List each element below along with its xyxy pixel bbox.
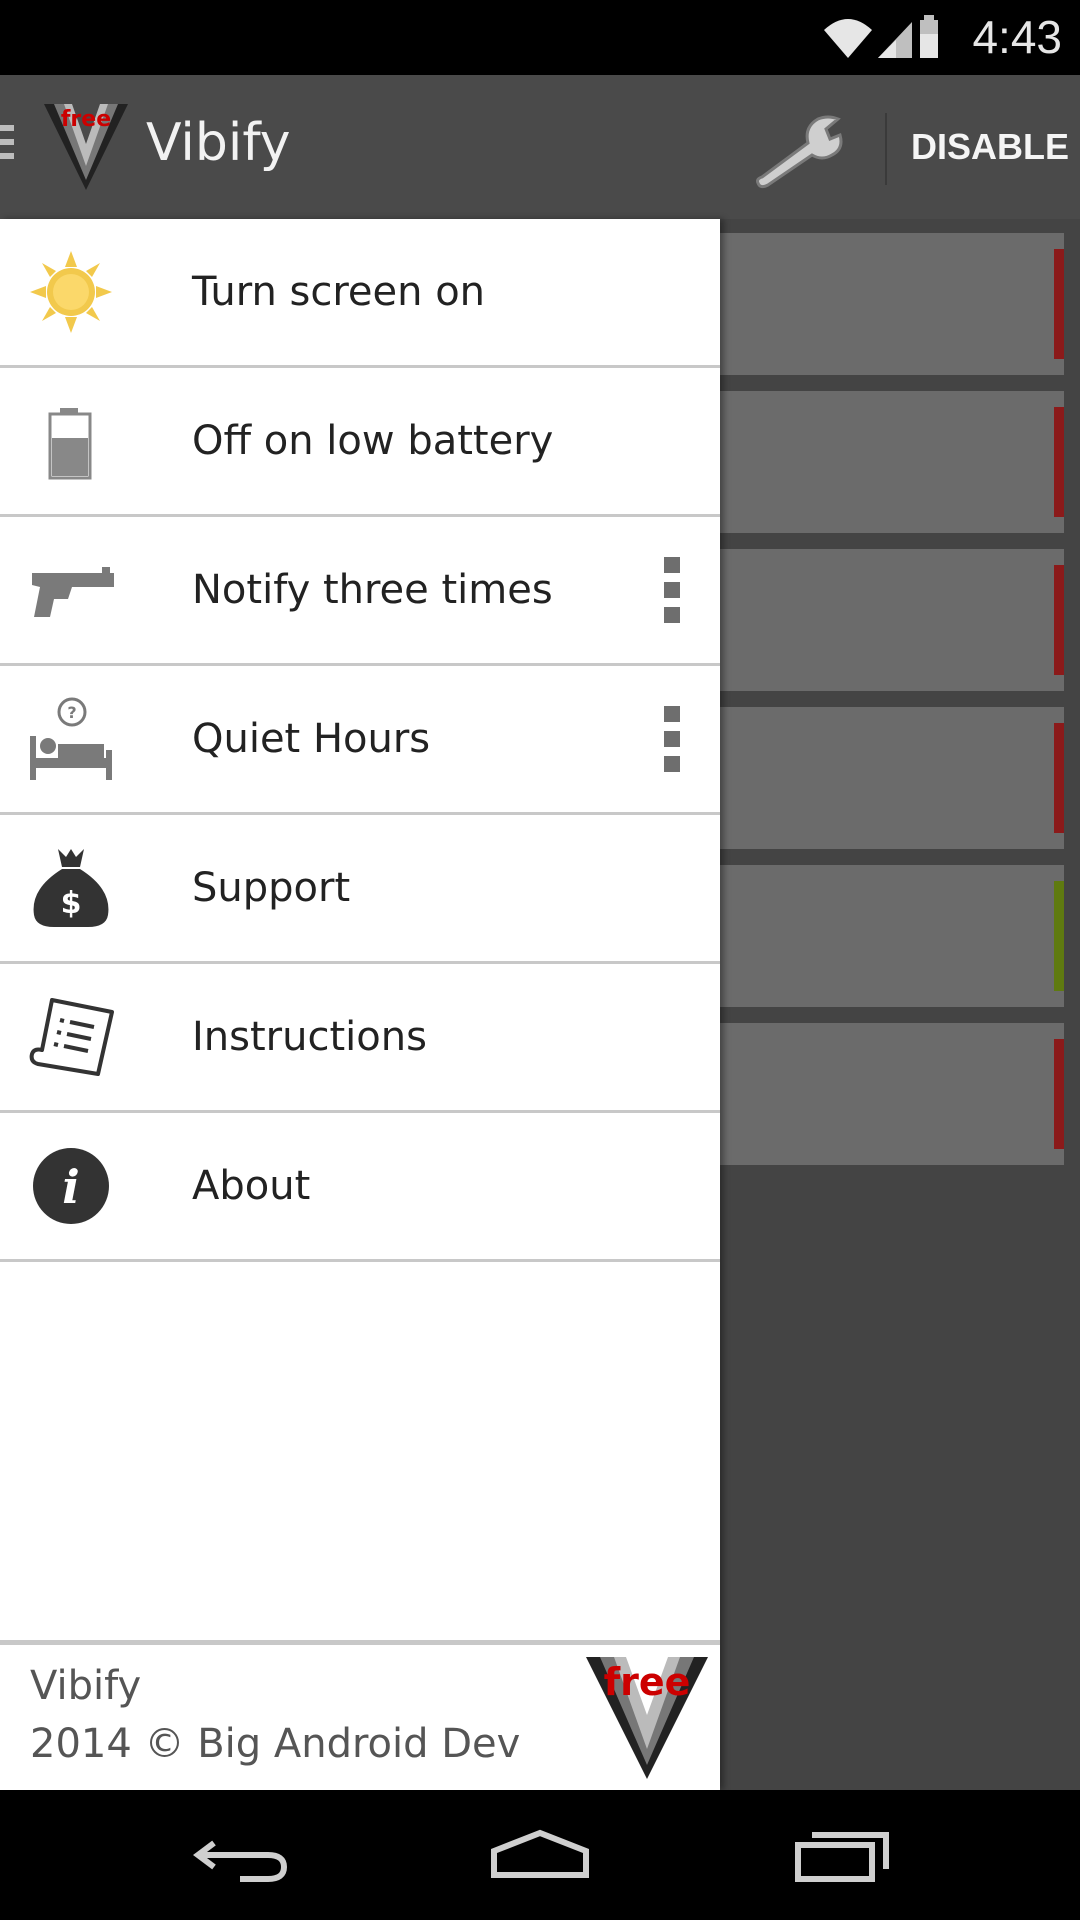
list-item[interactable] [720, 707, 1064, 849]
svg-text:i: i [62, 1160, 79, 1214]
status-clock: 4:43 [972, 11, 1062, 63]
document-icon [29, 998, 114, 1076]
app-title: Vibify [146, 113, 291, 173]
drawer-item-label: About [192, 1163, 311, 1209]
status-icons [824, 15, 938, 58]
svg-text:free: free [604, 1660, 691, 1704]
drawer-item-label: Off on low battery [192, 418, 554, 464]
navigation-drawer: Turn screen on Off on low battery Notify… [0, 219, 720, 1790]
battery-icon [48, 408, 92, 480]
status-indicator [1054, 407, 1064, 517]
drawer-item-about[interactable]: i About [0, 1113, 720, 1262]
drawer-item-label: Turn screen on [192, 269, 486, 315]
money-bag-icon: $ [33, 849, 109, 927]
drawer-item-label: Instructions [192, 1014, 427, 1060]
drawer-item-label: Quiet Hours [192, 716, 431, 762]
signal-icon [878, 22, 912, 58]
recents-icon[interactable] [780, 1815, 900, 1895]
app-bar: free Vibify DISABLE [0, 75, 1080, 219]
drawer-item-turn-screen-on[interactable]: Turn screen on [0, 219, 720, 368]
info-icon: i [33, 1148, 109, 1224]
drawer-item-label: Notify three times [192, 567, 553, 613]
drawer-item-support[interactable]: $ Support [0, 815, 720, 964]
overflow-menu-icon[interactable] [664, 706, 682, 772]
back-icon[interactable] [180, 1815, 300, 1895]
status-indicator [1054, 565, 1064, 675]
drawer-item-label: Support [192, 865, 351, 911]
footer-app-name: Vibify [30, 1663, 142, 1709]
list-item[interactable] [720, 233, 1064, 375]
footer-logo: free [586, 1657, 708, 1779]
status-indicator [1054, 249, 1064, 359]
sleep-bed-icon: ? [30, 697, 112, 780]
status-indicator [1054, 723, 1064, 833]
footer-copyright: 2014 © Big Android Dev [30, 1721, 521, 1767]
svg-text:?: ? [67, 703, 76, 722]
settings-wrench-icon[interactable] [752, 111, 848, 191]
system-nav-bar [0, 1790, 1080, 1920]
drawer-toggle-icon[interactable] [0, 125, 14, 169]
home-icon[interactable] [480, 1815, 600, 1895]
status-indicator [1054, 1039, 1064, 1149]
gun-icon [32, 567, 114, 617]
app-logo[interactable]: free [40, 100, 132, 192]
drawer-item-instructions[interactable]: Instructions [0, 964, 720, 1113]
status-bar: 4:43 [0, 0, 1080, 75]
svg-text:$: $ [61, 886, 82, 921]
list-item[interactable] [720, 1023, 1064, 1165]
wifi-icon [824, 19, 872, 58]
overflow-menu-icon[interactable] [664, 557, 682, 623]
svg-text:free: free [61, 107, 111, 132]
drawer-item-off-on-low-battery[interactable]: Off on low battery [0, 368, 720, 517]
drawer-item-quiet-hours[interactable]: ? Quiet Hours [0, 666, 720, 815]
drawer-item-notify-three-times[interactable]: Notify three times [0, 517, 720, 666]
list-item[interactable] [720, 549, 1064, 691]
status-indicator [1054, 881, 1064, 991]
battery-icon [920, 15, 938, 58]
list-item[interactable] [720, 391, 1064, 533]
sun-icon [30, 251, 112, 333]
list-item[interactable] [720, 865, 1064, 1007]
disable-button[interactable]: DISABLE [900, 115, 1080, 179]
appbar-divider [885, 113, 887, 185]
drawer-footer: Vibify 2014 © Big Android Dev free [0, 1640, 720, 1790]
